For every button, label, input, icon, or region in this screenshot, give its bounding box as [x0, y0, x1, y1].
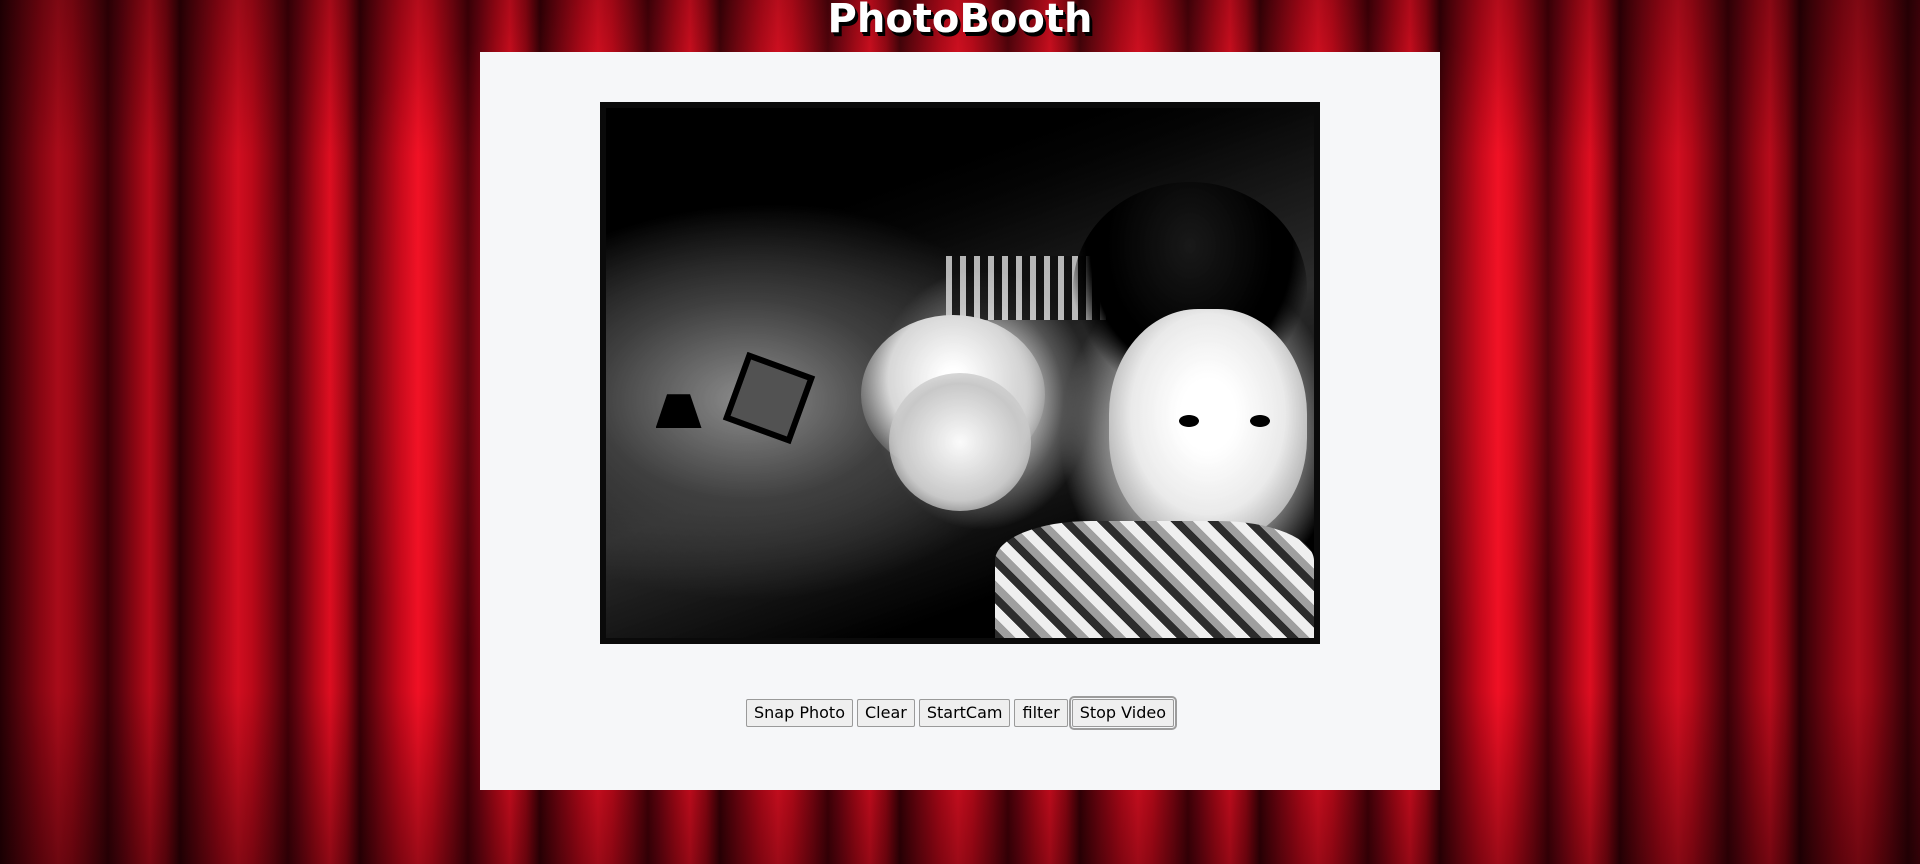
filter-button[interactable]: filter	[1014, 699, 1068, 727]
lamp	[655, 394, 702, 429]
controls-bar: Snap Photo Clear StartCam filter Stop Vi…	[480, 696, 1440, 730]
child-dress	[995, 521, 1314, 638]
snap-photo-button[interactable]: Snap Photo	[746, 699, 853, 727]
child-left-face	[889, 373, 1031, 511]
photobooth-panel: Snap Photo Clear StartCam filter Stop Vi…	[480, 52, 1440, 790]
photo-preview-image	[606, 108, 1314, 638]
clear-button[interactable]: Clear	[856, 699, 915, 727]
wall-picture	[723, 352, 816, 445]
page-title: PhotoBooth	[827, 0, 1093, 42]
stop-video-button[interactable]: Stop Video	[1068, 696, 1178, 730]
child-right-face	[1108, 309, 1307, 543]
photo-frame	[600, 102, 1320, 644]
start-cam-button[interactable]: StartCam	[918, 699, 1011, 727]
